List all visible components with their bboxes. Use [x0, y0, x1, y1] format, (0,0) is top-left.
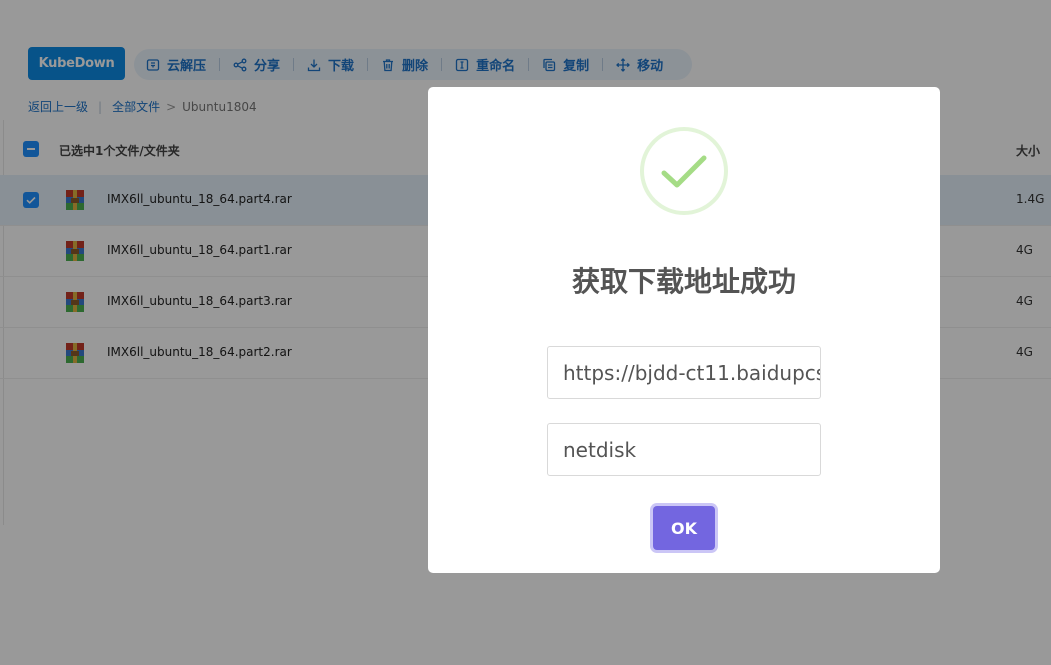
- download-url-field[interactable]: https://bjdd-ct11.baidupcs: [547, 346, 821, 399]
- success-check-icon: [640, 127, 728, 215]
- ok-button[interactable]: OK: [653, 506, 715, 550]
- download-url-dialog: 获取下载地址成功 https://bjdd-ct11.baidupcs netd…: [428, 87, 940, 573]
- dialog-title: 获取下载地址成功: [571, 265, 796, 298]
- user-agent-field[interactable]: netdisk: [547, 423, 821, 476]
